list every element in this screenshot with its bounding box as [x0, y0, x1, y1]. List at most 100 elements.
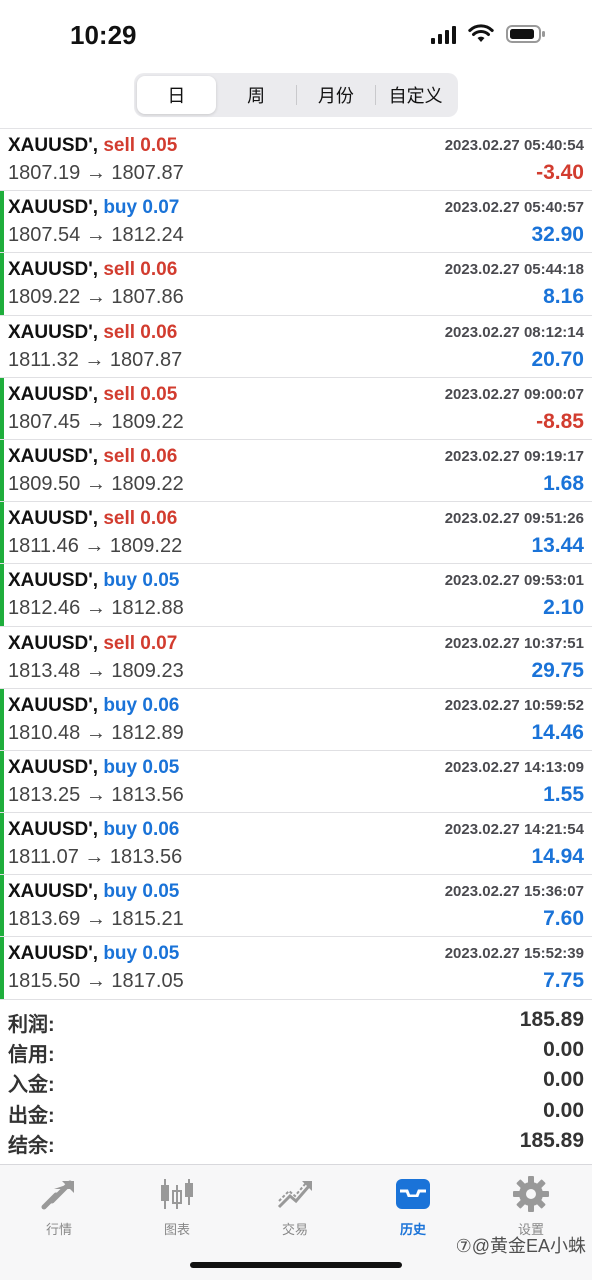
lot-size: 0.06: [140, 321, 178, 343]
deal-row[interactable]: XAUUSD', sell 0.06 2023.02.27 09:19:17 180…: [0, 439, 592, 503]
deal-prices: 1807.19 → 1807.87: [8, 162, 184, 184]
summary-label: 出金:: [8, 1104, 55, 1127]
deal-row[interactable]: XAUUSD', sell 0.05 2023.02.27 09:00:07 180…: [0, 377, 592, 440]
battery-icon: [506, 24, 546, 44]
deal-symbol: XAUUSD', sell 0.06: [8, 446, 177, 468]
symbol-name: XAUUSD',: [8, 445, 99, 467]
deal-time: 2023.02.27 05:40:54: [444, 137, 584, 154]
deal-profit: 7.60: [543, 907, 584, 931]
deal-profit: -3.40: [536, 161, 584, 184]
summary-value: 0.00: [543, 1098, 584, 1122]
tab-history[interactable]: 历史: [354, 1175, 472, 1238]
side-label: sell: [103, 259, 136, 281]
lot-size: 0.05: [140, 383, 178, 405]
deal-prices: 1811.32 → 1807.87: [8, 348, 183, 371]
lot-size: 0.06: [140, 259, 178, 281]
deal-row[interactable]: XAUUSD', buy 0.06 2023.02.27 10:59:52 1810…: [0, 688, 592, 751]
deal-symbol: XAUUSD', sell 0.05: [8, 135, 177, 157]
deal-row[interactable]: XAUUSD', buy 0.05 2023.02.27 15:36:07 1813…: [0, 875, 592, 938]
deal-row[interactable]: XAUUSD', sell 0.07 2023.02.27 10:37:51 181…: [0, 627, 592, 689]
side-label: sell: [103, 632, 136, 654]
deal-symbol: XAUUSD', buy 0.05: [8, 881, 179, 903]
symbol-name: XAUUSD',: [8, 756, 99, 778]
deal-prices: 1809.22 → 1807.86: [8, 286, 184, 309]
deal-symbol: XAUUSD', buy 0.07: [8, 197, 179, 219]
status-icons: [431, 24, 546, 44]
deal-profit: 1.55: [543, 782, 584, 806]
summary-row: 利润: 185.89: [0, 1006, 592, 1036]
deal-row[interactable]: XAUUSD', buy 0.05 2023.02.27 14:13:09 1813…: [0, 750, 592, 814]
tab-label: 行情: [45, 1222, 72, 1237]
deal-row[interactable]: XAUUSD', buy 0.07 2023.02.27 05:40:57 1807…: [0, 191, 592, 254]
deal-side: sell 0.07: [103, 633, 177, 654]
deal-row[interactable]: XAUUSD', sell 0.06 2023.02.27 09:51:26 181…: [0, 502, 592, 565]
deal-prices: 1813.48 → 1809.23: [8, 659, 184, 682]
symbol-name: XAUUSD',: [8, 135, 99, 156]
summary-label: 结余:: [8, 1134, 55, 1157]
tab-chart[interactable]: 图表: [118, 1175, 236, 1238]
deal-row[interactable]: XAUUSD', sell 0.05 2023.02.27 05:40:54 180…: [0, 129, 592, 192]
tab-label: 交易: [281, 1222, 308, 1237]
lot-size: 0.07: [142, 197, 180, 219]
deal-profit: 8.16: [543, 285, 584, 309]
side-label: buy: [103, 694, 138, 716]
symbol-name: XAUUSD',: [8, 321, 99, 343]
deal-prices: 1812.46 → 1812.88: [8, 597, 184, 620]
deal-time: 2023.02.27 10:37:51: [444, 634, 584, 652]
segment-day[interactable]: 日: [137, 76, 216, 114]
tab-quotes[interactable]: 行情: [0, 1175, 118, 1238]
deal-profit: 2.10: [543, 596, 584, 620]
deal-row[interactable]: XAUUSD', buy 0.05 2023.02.27 09:53:01 1812…: [0, 564, 592, 627]
symbol-name: XAUUSD',: [8, 943, 99, 965]
symbol-name: XAUUSD',: [8, 383, 99, 405]
deal-time: 2023.02.27 05:44:18: [444, 261, 584, 279]
tab-trade[interactable]: 交易: [236, 1175, 354, 1238]
deal-symbol: XAUUSD', buy 0.05: [8, 757, 179, 779]
side-label: sell: [103, 383, 136, 405]
status-time: 10:29: [70, 20, 137, 50]
status-bar: 10:29: [0, 0, 592, 70]
summary-row: 结余: 185.89: [0, 1127, 592, 1157]
segment-week[interactable]: 周: [217, 76, 296, 114]
deal-prices: 1811.07 → 1813.56: [8, 846, 183, 869]
tab-label: 图表: [163, 1222, 190, 1237]
deal-row[interactable]: XAUUSD', sell 0.06 2023.02.27 08:12:14 181…: [0, 316, 592, 378]
deal-profit: 13.44: [531, 534, 584, 558]
deal-time: 2023.02.27 15:52:39: [444, 945, 584, 963]
tab-settings[interactable]: 设置: [472, 1175, 590, 1238]
deal-side: buy 0.06: [103, 819, 179, 840]
side-label: sell: [103, 508, 136, 530]
deal-profit: -8.85: [536, 409, 584, 433]
trade-trend-icon: [275, 1175, 315, 1213]
deal-row[interactable]: XAUUSD', buy 0.05 2023.02.27 15:52:39 1815…: [0, 937, 592, 1000]
side-label: buy: [103, 570, 138, 592]
tab-label: 历史: [399, 1222, 426, 1237]
lot-size: 0.06: [142, 694, 180, 716]
deal-prices: 1813.69 → 1815.21: [8, 908, 184, 931]
candlestick-chart-icon: [157, 1175, 197, 1213]
symbol-name: XAUUSD',: [8, 694, 99, 716]
lot-size: 0.06: [142, 819, 180, 841]
summary-value: 0.00: [543, 1038, 584, 1062]
deals-list: XAUUSD', sell 0.05 2023.02.27 05:40:54 180…: [0, 128, 592, 1000]
side-label: buy: [103, 819, 138, 841]
deal-profit: 32.90: [531, 223, 584, 247]
lot-size: 0.05: [142, 570, 180, 592]
deal-symbol: XAUUSD', sell 0.06: [8, 508, 177, 530]
summary-label: 信用:: [8, 1044, 55, 1067]
segment-custom[interactable]: 自定义: [376, 76, 455, 114]
deal-symbol: XAUUSD', buy 0.05: [8, 943, 179, 965]
summary-value: 0.00: [543, 1068, 584, 1092]
deal-row[interactable]: XAUUSD', buy 0.06 2023.02.27 14:21:54 1811…: [0, 813, 592, 876]
deal-row[interactable]: XAUUSD', sell 0.06 2023.02.27 05:44:18 180…: [0, 253, 592, 316]
period-segmented-control: 日 周 月份 自定义: [134, 73, 458, 117]
symbol-name: XAUUSD',: [8, 881, 99, 903]
deal-time: 2023.02.27 14:21:54: [444, 821, 584, 839]
deal-symbol: XAUUSD', buy 0.06: [8, 695, 179, 717]
side-label: buy: [103, 881, 138, 903]
deal-time: 2023.02.27 14:13:09: [444, 758, 584, 776]
segment-month[interactable]: 月份: [297, 76, 376, 114]
summary-value: 185.89: [519, 1128, 584, 1152]
deal-time: 2023.02.27 09:19:17: [444, 447, 584, 465]
side-label: buy: [103, 197, 138, 219]
